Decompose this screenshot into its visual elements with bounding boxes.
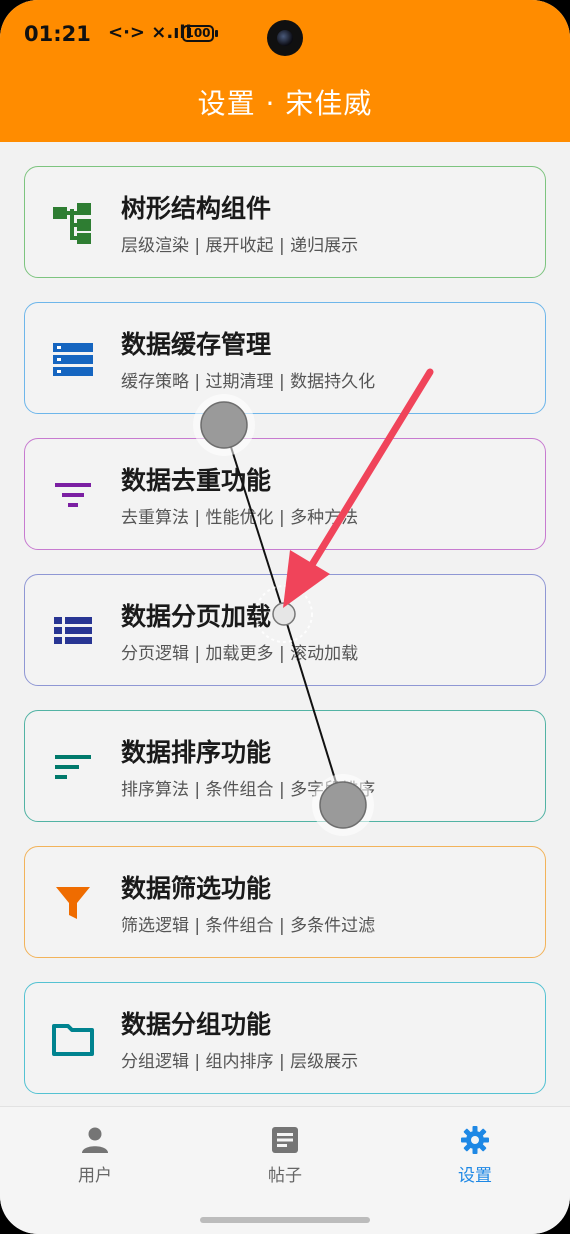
card-filter[interactable]: 数据筛选功能 筛选逻辑 | 条件组合 | 多条件过滤	[24, 846, 546, 958]
card-desc: 去重算法 | 性能优化 | 多种方法	[121, 508, 359, 528]
bottom-tab-bar: 用户 帖子 设置	[0, 1106, 570, 1234]
card-group[interactable]: 数据分组功能 分组逻辑 | 组内排序 | 层级展示	[24, 982, 546, 1094]
card-desc: 排序算法 | 条件组合 | 多字段排序	[121, 780, 376, 800]
card-title: 数据缓存管理	[121, 330, 272, 359]
person-icon	[82, 1127, 108, 1153]
sort-icon	[55, 755, 91, 779]
card-desc: 缓存策略 | 过期清理 | 数据持久化	[121, 372, 376, 392]
filter-lines-icon	[55, 483, 91, 507]
card-dedupe[interactable]: 数据去重功能 去重算法 | 性能优化 | 多种方法	[24, 438, 546, 550]
app-bar: 01:21 <·> ×.ıll 100 设置 · 宋佳威	[0, 0, 570, 142]
list-icon	[54, 617, 92, 644]
card-title: 数据分组功能	[121, 1010, 272, 1039]
card-desc: 筛选逻辑 | 条件组合 | 多条件过滤	[121, 916, 376, 936]
tab-posts[interactable]: 帖子	[225, 1125, 345, 1186]
signal-icon: <·> ×.ıll	[108, 22, 192, 43]
card-title: 数据筛选功能	[121, 874, 272, 903]
card-cache[interactable]: 数据缓存管理 缓存策略 | 过期清理 | 数据持久化	[24, 302, 546, 414]
card-pagination[interactable]: 数据分页加载 分页逻辑 | 加载更多 | 滚动加载	[24, 574, 546, 686]
phone-screen: 01:21 <·> ×.ıll 100 设置 · 宋佳威 树形结构组件 层级渲染…	[0, 0, 570, 1234]
tab-settings[interactable]: 设置	[415, 1125, 535, 1186]
battery-tip	[215, 30, 218, 37]
funnel-icon	[56, 887, 90, 919]
gear-icon	[461, 1126, 489, 1154]
tab-label: 帖子	[268, 1166, 302, 1186]
card-title: 数据分页加载	[121, 602, 272, 631]
card-title: 数据排序功能	[121, 738, 272, 767]
camera-cutout	[267, 20, 303, 56]
card-title: 数据去重功能	[121, 466, 272, 495]
card-tree[interactable]: 树形结构组件 层级渲染 | 展开收起 | 递归展示	[24, 166, 546, 278]
tab-users[interactable]: 用户	[35, 1125, 155, 1186]
article-icon	[272, 1127, 298, 1153]
page-title: 设置 · 宋佳威	[197, 87, 373, 120]
status-time: 01:21	[24, 22, 91, 46]
card-title: 树形结构组件	[121, 194, 272, 223]
battery-icon: 100	[182, 25, 214, 42]
card-sort[interactable]: 数据排序功能 排序算法 | 条件组合 | 多字段排序	[24, 710, 546, 822]
tab-label: 用户	[78, 1166, 112, 1186]
card-desc: 分页逻辑 | 加载更多 | 滚动加载	[121, 644, 359, 664]
folder-icon	[52, 1024, 94, 1056]
tree-icon	[53, 203, 91, 244]
card-desc: 层级渲染 | 展开收起 | 递归展示	[121, 236, 359, 256]
card-desc: 分组逻辑 | 组内排序 | 层级展示	[121, 1052, 359, 1072]
storage-icon	[53, 343, 93, 376]
tab-label: 设置	[458, 1166, 492, 1186]
home-indicator[interactable]	[200, 1217, 370, 1223]
